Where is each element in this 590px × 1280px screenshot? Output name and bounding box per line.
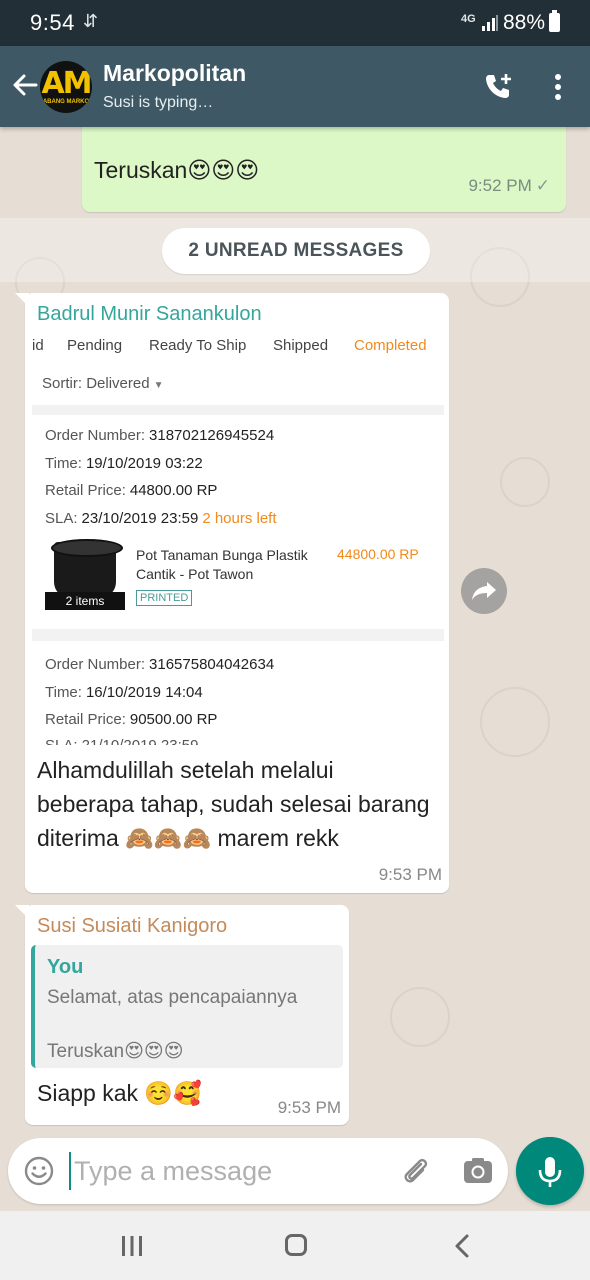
divider bbox=[32, 405, 444, 415]
divider bbox=[32, 629, 444, 641]
order-number-row: Order Number: 318702126945524 bbox=[45, 427, 274, 444]
tab-label: id bbox=[32, 337, 44, 354]
quoted-text: Teruskan😍😍😍 bbox=[47, 1041, 184, 1062]
message-meta: 9:52 PM ✓ bbox=[468, 176, 550, 196]
nav-back-icon[interactable] bbox=[453, 1233, 471, 1259]
order-price-row: Retail Price: 44800.00 RP bbox=[45, 482, 217, 499]
message-time: 9:53 PM bbox=[277, 1098, 341, 1117]
forward-icon[interactable] bbox=[461, 568, 507, 614]
add-call-icon[interactable] bbox=[482, 71, 514, 103]
items-count: 2 items bbox=[45, 592, 125, 610]
attach-icon[interactable] bbox=[398, 1154, 432, 1188]
sla-note: 2 hours left bbox=[202, 510, 277, 527]
check-icon: ✓ bbox=[535, 176, 550, 195]
wallpaper-doodle bbox=[480, 687, 550, 757]
caret-down-icon: ▼ bbox=[153, 380, 164, 391]
order-time: 19/10/2019 03:22 bbox=[85, 455, 203, 472]
order-number: 318702126945524 bbox=[149, 427, 275, 444]
order-number-row: Order Number: 316575804042634 bbox=[45, 656, 274, 673]
bubble-tail bbox=[15, 293, 29, 307]
field-label: Order Number: bbox=[45, 427, 146, 444]
more-vert-icon[interactable] bbox=[553, 74, 563, 102]
tab-label: Shipped bbox=[273, 337, 329, 354]
back-arrow-icon[interactable] bbox=[10, 70, 40, 100]
outgoing-message[interactable]: Teruskan😍😍😍 9:52 PM ✓ bbox=[82, 127, 566, 212]
order-price-row: Retail Price: 90500.00 RP bbox=[45, 711, 217, 728]
quoted-author: You bbox=[47, 956, 84, 978]
order-time-row: Time: 19/10/2019 03:22 bbox=[45, 455, 203, 472]
tab-label: Ready To Ship bbox=[149, 337, 247, 354]
tab-label-active: Completed bbox=[354, 337, 427, 354]
chat-header: AM ABANG MARKO Markopolitan Susi is typi… bbox=[0, 46, 590, 127]
network-type: 4G bbox=[461, 13, 476, 25]
sort-filter: Sortir: Delivered ▼ bbox=[42, 375, 163, 392]
wallpaper-doodle bbox=[500, 457, 550, 507]
order-tabs: id Pending Ready To Ship Shipped Complet… bbox=[32, 335, 444, 361]
message-time: 9:53 PM bbox=[378, 865, 442, 884]
status-bar: 9:54 ⇵ 4G 88% bbox=[0, 0, 590, 46]
incoming-message[interactable]: Badrul Munir Sanankulon id Pending Ready… bbox=[15, 293, 449, 893]
sender-name[interactable]: Badrul Munir Sanankulon bbox=[37, 303, 262, 326]
usb-icon: ⇵ bbox=[83, 11, 99, 31]
message-text: Siapp kak ☺️🥰 bbox=[37, 1080, 202, 1106]
camera-icon[interactable] bbox=[462, 1156, 494, 1186]
order-price: 44800.00 RP bbox=[129, 482, 218, 499]
order-sla-row: SLA: 21/10/2019 23:59 bbox=[45, 737, 198, 745]
message-time: 9:52 PM bbox=[468, 176, 532, 195]
recent-apps-icon[interactable] bbox=[120, 1235, 144, 1257]
quoted-text: Selamat, atas pencapaiannya bbox=[47, 987, 298, 1008]
field-label: Retail Price: bbox=[45, 711, 126, 728]
mic-icon[interactable] bbox=[516, 1137, 584, 1205]
avatar-logo-text: ABANG MARKO bbox=[42, 99, 90, 105]
product-thumbnail: 2 items bbox=[45, 539, 125, 610]
order-sla-row: SLA: 23/10/2019 23:59 2 hours left bbox=[45, 510, 277, 527]
quoted-message[interactable]: You Selamat, atas pencapaiannya Teruskan… bbox=[31, 945, 343, 1068]
sender-name[interactable]: Susi Susiati Kanigoro bbox=[37, 915, 227, 938]
text-cursor bbox=[69, 1152, 71, 1190]
shared-screenshot-image[interactable]: id Pending Ready To Ship Shipped Complet… bbox=[32, 335, 444, 745]
avatar[interactable]: AM ABANG MARKO bbox=[40, 61, 92, 113]
avatar-logo-icon: AM bbox=[41, 66, 92, 101]
emoji-icon[interactable] bbox=[23, 1155, 55, 1187]
incoming-message[interactable]: Susi Susiati Kanigoro You Selamat, atas … bbox=[15, 905, 349, 1125]
chat-area[interactable]: Teruskan😍😍😍 9:52 PM ✓ 2 UNREAD MESSAGES B… bbox=[0, 127, 590, 1133]
wallpaper-doodle bbox=[390, 987, 450, 1047]
message-composer bbox=[8, 1138, 508, 1204]
field-label: SLA: bbox=[45, 510, 78, 527]
field-label: Retail Price: bbox=[45, 482, 126, 499]
signal-icon bbox=[482, 15, 498, 31]
contact-name[interactable]: Markopolitan bbox=[103, 60, 246, 87]
clock: 9:54 bbox=[30, 10, 75, 35]
sort-value: Delivered bbox=[86, 375, 150, 392]
field-label: Time: bbox=[45, 684, 82, 701]
message-input[interactable] bbox=[74, 1148, 374, 1194]
home-icon[interactable] bbox=[285, 1234, 307, 1256]
order-time-row: Time: 16/10/2019 14:04 bbox=[45, 684, 203, 701]
order-number: 316575804042634 bbox=[149, 656, 275, 673]
sort-label: Sortir: bbox=[42, 375, 83, 392]
flower-pot-icon bbox=[51, 539, 123, 598]
system-navigation-bar bbox=[0, 1211, 590, 1280]
order-price: 90500.00 RP bbox=[129, 711, 218, 728]
bubble-tail bbox=[15, 905, 29, 919]
product-name: Pot Tanaman Bunga Plastik Cantik - Pot T… bbox=[136, 547, 308, 582]
battery-icon bbox=[549, 10, 560, 32]
order-sla: 23/10/2019 23:59 bbox=[81, 510, 199, 527]
unread-messages-banner: 2 UNREAD MESSAGES bbox=[162, 228, 430, 274]
field-label: Order Number: bbox=[45, 656, 146, 673]
order-time: 16/10/2019 14:04 bbox=[85, 684, 203, 701]
tab-label: Pending bbox=[67, 337, 123, 354]
typing-status: Susi is typing… bbox=[103, 94, 214, 111]
battery-percentage: 88% bbox=[503, 11, 546, 34]
field-label: Time: bbox=[45, 455, 82, 472]
product-price: 44800.00 RP bbox=[337, 546, 419, 562]
message-text: Teruskan😍😍😍 bbox=[94, 157, 260, 183]
printed-badge: PRINTED bbox=[136, 590, 193, 606]
message-text: Alhamdulillah setelah melalui beberapa t… bbox=[37, 757, 430, 851]
